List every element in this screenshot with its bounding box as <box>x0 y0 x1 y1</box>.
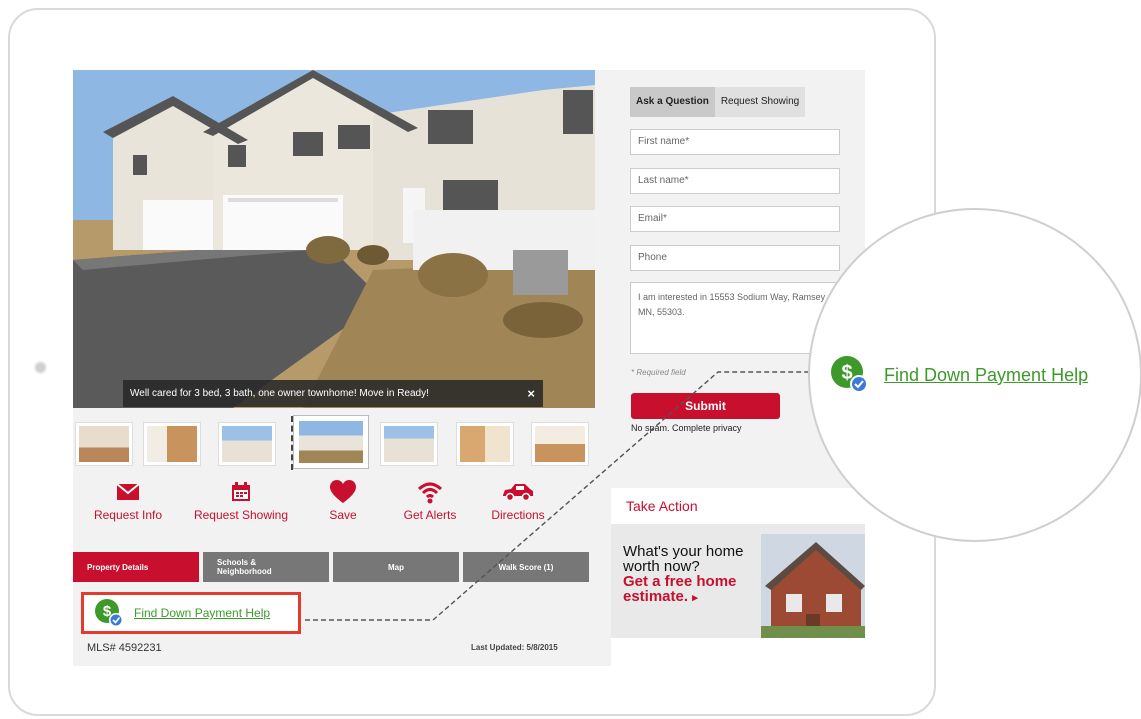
connector-lines <box>305 371 808 621</box>
zoomed-down-payment-label: Find Down Payment Help <box>884 364 1089 385</box>
listing-page: Well cared for 3 bed, 3 bath, one owner … <box>73 70 865 666</box>
dollar-check-icon: $ <box>831 356 868 393</box>
zoom-callout: $ Find Down Payment Help <box>808 208 1141 542</box>
zoomed-down-payment-link[interactable]: $ Find Down Payment Help <box>830 355 1088 395</box>
tablet-home-button[interactable] <box>34 361 47 374</box>
